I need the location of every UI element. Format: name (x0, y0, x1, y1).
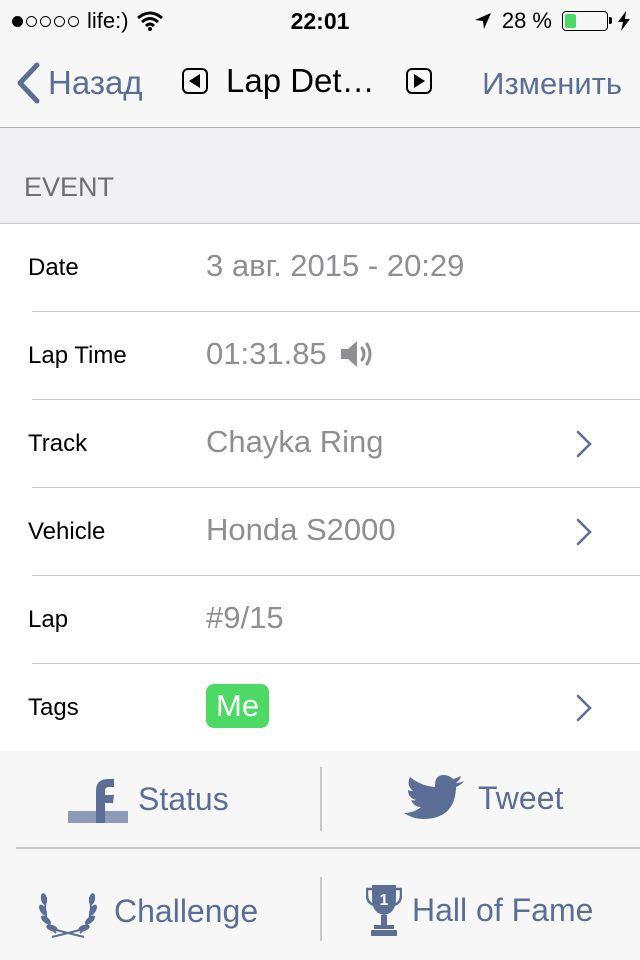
vehicle-row[interactable]: Vehicle Honda S2000 (0, 488, 640, 576)
share-actions: Status Tweet Challenge 1 Hall of Fame (0, 751, 640, 960)
next-lap-button[interactable] (406, 68, 432, 94)
row-label: Tags (28, 694, 79, 721)
tag-badge: Me (206, 684, 270, 728)
title-group: Lap Det… (182, 62, 432, 100)
back-button[interactable]: Назад (16, 62, 143, 104)
battery-fill (565, 14, 577, 28)
charging-bolt-icon (618, 11, 630, 31)
status-label: Status (138, 780, 229, 817)
lap-value: #9/15 (206, 600, 284, 635)
row-label: Lap (28, 606, 69, 633)
location-arrow-icon (474, 13, 491, 29)
divider (320, 877, 322, 941)
status-bar: life:) 22:01 28 % (0, 0, 640, 40)
track-row[interactable]: Track Chayka Ring (0, 400, 640, 488)
lap-row: Lap #9/15 (0, 576, 640, 664)
tweet-button[interactable]: Tweet (404, 775, 563, 821)
date-row: Date 3 авг. 2015 - 20:29 (0, 224, 640, 312)
row-value: 3 авг. 2015 - 20:29 (206, 248, 464, 284)
chevron-right-icon (576, 694, 592, 722)
divider (16, 847, 640, 849)
svg-text:1: 1 (380, 892, 389, 909)
chevron-right-icon (576, 430, 592, 458)
triangle-left-icon (189, 74, 200, 88)
battery-percent: 28 % (501, 8, 552, 33)
navigation-bar: Назад Lap Det… Изменить (0, 40, 640, 128)
date-value: 3 авг. 2015 - 20:29 (206, 248, 465, 283)
chevron-right-icon (576, 518, 592, 546)
triangle-right-icon (414, 74, 425, 88)
battery-nub (609, 17, 612, 24)
row-value: Chayka Ring (206, 424, 383, 460)
back-label: Назад (48, 64, 143, 101)
edit-button[interactable]: Изменить (482, 66, 622, 102)
page-title: Lap Det… (226, 62, 375, 99)
vehicle-value: Honda S2000 (206, 512, 396, 547)
row-value: Me (206, 684, 270, 728)
section-header: EVENT (0, 128, 640, 224)
lap-time-value: 01:31.85 (206, 336, 327, 371)
challenge-label: Challenge (114, 892, 259, 929)
row-label: Lap Time (28, 342, 127, 369)
tweet-label: Tweet (478, 779, 564, 816)
facebook-status-button[interactable]: Status (68, 775, 229, 823)
details-list: Date 3 авг. 2015 - 20:29 Lap Time 01:31.… (0, 224, 640, 752)
challenge-button[interactable]: Challenge (38, 883, 258, 939)
row-value: 01:31.85 (206, 336, 377, 372)
hall-of-fame-label: Hall of Fame (412, 891, 594, 928)
row-value: Honda S2000 (206, 512, 396, 548)
battery-icon (562, 11, 612, 31)
trophy-icon: 1 (366, 885, 402, 936)
tags-row[interactable]: Tags Me (0, 664, 640, 752)
lap-time-row: Lap Time 01:31.85 (0, 312, 640, 400)
chevron-left-icon (17, 62, 40, 104)
track-value: Chayka Ring (206, 424, 384, 459)
speaker-icon[interactable] (339, 338, 377, 370)
row-label: Date (28, 254, 79, 281)
twitter-bird-icon (404, 775, 464, 819)
laurel-icon (39, 893, 97, 938)
facebook-icon (68, 779, 128, 823)
row-label: Vehicle (28, 518, 106, 545)
row-label: Track (28, 430, 88, 457)
hall-of-fame-button[interactable]: 1 Hall of Fame (366, 883, 593, 937)
row-value: #9/15 (206, 600, 284, 636)
status-right: 28 % (474, 8, 630, 34)
previous-lap-button[interactable] (182, 68, 208, 94)
section-header-label: EVENT (24, 172, 115, 202)
divider (320, 767, 322, 831)
